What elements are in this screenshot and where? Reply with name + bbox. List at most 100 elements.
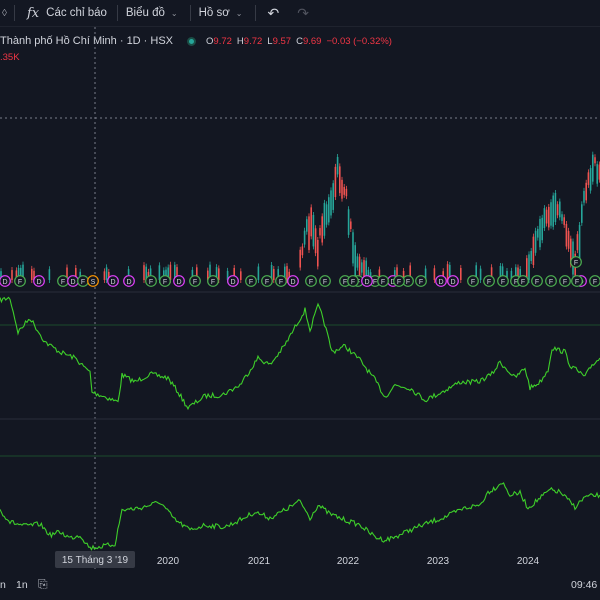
svg-text:F: F (211, 279, 215, 286)
split-event-icon[interactable]: S (87, 275, 99, 287)
candle-body (534, 230, 537, 253)
dividend-event-icon[interactable]: D (173, 275, 185, 287)
top-toolbar: ◊ 𝑓x Các chỉ báo Biểu đồ ⌄ Hồ sơ ⌄ ↶ ↷ (0, 0, 600, 27)
financials-event-icon[interactable]: F (589, 275, 600, 287)
toolbar-left-edge[interactable]: ◊ (0, 0, 14, 27)
financials-event-icon[interactable]: F (245, 275, 257, 287)
financials-event-icon[interactable]: F (207, 275, 219, 287)
financials-event-icon[interactable]: F (497, 275, 509, 287)
financials-event-icon[interactable]: F (57, 275, 69, 287)
svg-text:F: F (575, 279, 579, 286)
candle-body (561, 214, 563, 221)
dividend-event-icon[interactable]: D (227, 275, 239, 287)
indicators-button[interactable]: 𝑓x Các chỉ báo (27, 0, 107, 27)
svg-text:F: F (397, 279, 401, 286)
indicator-line-upper (0, 296, 600, 411)
financials-event-icon[interactable]: F (531, 275, 543, 287)
financials-event-icon[interactable]: F (319, 275, 331, 287)
candle-body (334, 166, 337, 198)
dividend-event-icon[interactable]: D (435, 275, 447, 287)
dividend-event-icon[interactable]: D (287, 275, 299, 287)
svg-text:F: F (309, 279, 313, 286)
chart-type-button[interactable]: Biểu đồ ⌄ (126, 0, 178, 27)
financials-event-icon[interactable]: F (517, 275, 529, 287)
range-button[interactable]: 1n (16, 579, 28, 591)
candle-body (545, 209, 548, 224)
date-range-calendar-icon[interactable]: ⎘ (38, 577, 48, 592)
svg-text:F: F (549, 279, 553, 286)
financials-event-icon[interactable]: F (377, 275, 389, 287)
financials-event-icon[interactable]: F (77, 275, 89, 287)
redo-icon: ↷ (297, 4, 309, 21)
toolbar-separator (14, 5, 15, 21)
candle-body (341, 179, 343, 199)
svg-text:D: D (36, 279, 41, 286)
dividend-event-icon[interactable]: D (361, 275, 373, 287)
candle-body (532, 236, 535, 265)
chart-type-label: Biểu đồ (125, 7, 165, 19)
redo-button[interactable]: ↷ (297, 0, 309, 27)
financials-event-icon[interactable]: F (393, 275, 405, 287)
profile-button[interactable]: Hồ sơ ⌄ (199, 0, 243, 27)
candle-body (356, 256, 359, 268)
bottom-bar: n 1n ⎘ 09:46 (0, 572, 600, 600)
dividend-event-icon[interactable]: D (447, 275, 459, 287)
candle-body (587, 172, 590, 185)
financials-event-icon[interactable]: F (483, 275, 495, 287)
candle-body (352, 232, 354, 264)
year-label-2020: 2020 (157, 556, 180, 567)
toolbar-separator (189, 5, 191, 21)
candle-body (328, 197, 330, 223)
svg-text:F: F (574, 260, 578, 267)
candle-body (563, 217, 565, 225)
dividend-event-icon[interactable]: D (33, 275, 45, 287)
financials-event-icon[interactable]: F (467, 275, 479, 287)
financials-event-icon[interactable]: F (159, 275, 171, 287)
candle-body (567, 230, 570, 249)
indicator-line-lower (0, 482, 600, 551)
financials-event-icon[interactable]: F (305, 275, 317, 287)
financials-event-icon[interactable]: F (347, 275, 359, 287)
toolbar-separator (254, 5, 256, 21)
chart-canvas[interactable]: DFDFDFSDDFFDFFDFFFDFFFFFDFFDDFFFFFFFFDFF… (0, 27, 600, 572)
svg-text:F: F (419, 279, 423, 286)
financials-event-icon[interactable]: F (14, 275, 26, 287)
svg-text:S: S (91, 279, 96, 286)
svg-text:D: D (450, 279, 455, 286)
candle-body (336, 156, 339, 175)
financials-event-icon[interactable]: F (415, 275, 427, 287)
candle-body (321, 216, 323, 243)
candle-body (530, 250, 532, 261)
candle-body (543, 208, 546, 229)
undo-button[interactable]: ↶ (268, 0, 280, 27)
dividend-event-icon[interactable]: D (123, 275, 135, 287)
svg-text:D: D (230, 279, 235, 286)
candle-body (330, 190, 332, 216)
svg-text:F: F (323, 279, 327, 286)
candle-body (528, 254, 530, 280)
range-button[interactable]: n (0, 579, 6, 591)
financials-event-icon[interactable]: F (275, 275, 287, 287)
chevron-icon: ◊ (2, 7, 7, 19)
financials-event-icon[interactable]: F (189, 275, 201, 287)
svg-text:F: F (149, 279, 153, 286)
financials-event-icon[interactable]: F (145, 275, 157, 287)
candle-body (354, 245, 356, 278)
dividend-event-icon[interactable]: D (67, 275, 79, 287)
svg-text:F: F (373, 279, 377, 286)
financials-event-icon[interactable]: F (559, 275, 571, 287)
candle-body (347, 209, 350, 235)
dividend-event-icon[interactable]: D (0, 275, 11, 287)
financials-event-icon[interactable]: F (545, 275, 557, 287)
candle-body (585, 182, 587, 201)
financials-event-icon[interactable]: F (261, 275, 273, 287)
year-label-2023: 2023 (427, 556, 450, 567)
candle-body (312, 215, 315, 247)
svg-text:F: F (521, 279, 525, 286)
financials-event-icon[interactable]: F (570, 256, 582, 268)
chevron-down-icon: ⌄ (235, 8, 243, 18)
candle-body (218, 268, 220, 280)
financials-event-icon[interactable]: F (571, 275, 583, 287)
svg-text:F: F (249, 279, 253, 286)
dividend-event-icon[interactable]: D (107, 275, 119, 287)
